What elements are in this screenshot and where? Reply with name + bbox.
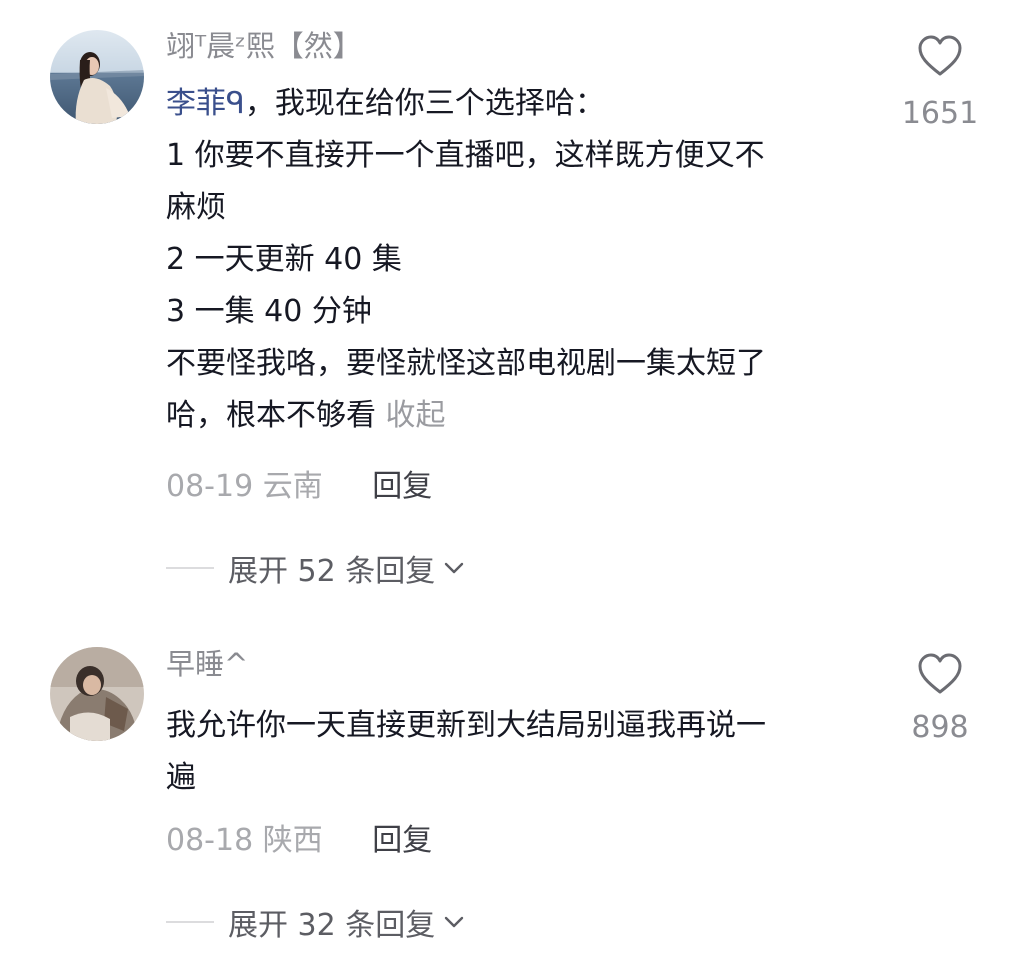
comment-line: 不要怪我咯，要怪就怪这部电视剧一集太短了 — [166, 346, 766, 381]
expand-replies-label: 展开 32 条回复 — [228, 908, 436, 943]
collapse-button[interactable]: 收起 — [386, 398, 446, 433]
divider-line — [166, 921, 214, 923]
expand-replies-label: 展开 52 条回复 — [228, 554, 436, 589]
heart-outline-icon[interactable] — [917, 652, 963, 696]
comment-meta: 08-19 云南 回复 — [166, 467, 432, 507]
comment-meta: 08-18 陕西 回复 — [166, 821, 432, 861]
chevron-down-icon — [441, 555, 467, 581]
reply-button[interactable]: 回复 — [372, 469, 432, 504]
comment-line: 2 一天更新 40 集 — [166, 242, 402, 277]
comment-item: 早睡^ 我允许你一天直接更新到大结局别逼我再说一 遍 08-18 陕西 回复 展… — [0, 630, 1024, 966]
comment-username[interactable]: 翊ᵀ晨ᶻ熙【然】 — [166, 28, 362, 64]
comment-line: 3 一集 40 分钟 — [166, 294, 372, 329]
comment-line: 遍 — [166, 760, 196, 795]
comment-line: 1 你要不直接开一个直播吧，这样既方便又不 — [166, 138, 765, 173]
comment-username[interactable]: 早睡^ — [166, 646, 248, 682]
comment-location: 云南 — [262, 469, 323, 504]
like-count: 898 — [911, 710, 969, 745]
comment-text: 李菲ᑫ，我现在给你三个选择哈： 1 你要不直接开一个直播吧，这样既方便又不 麻烦… — [166, 78, 856, 442]
expand-replies-button[interactable]: 展开 52 条回复 — [166, 548, 467, 589]
avatar[interactable] — [50, 30, 144, 124]
comment-location: 陕西 — [262, 823, 323, 858]
avatar[interactable] — [50, 647, 144, 741]
comment-line: 我允许你一天直接更新到大结局别逼我再说一 — [166, 708, 766, 743]
comment-line: 李菲ᑫ，我现在给你三个选择哈： — [166, 86, 605, 121]
comment-date: 08-19 — [166, 469, 254, 504]
like-group: 1651 — [900, 34, 980, 134]
comment-text: 我允许你一天直接更新到大结局别逼我再说一 遍 — [166, 700, 856, 804]
comment-line: 哈，根本不够看 收起 — [166, 398, 446, 433]
comment-item: 翊ᵀ晨ᶻ熙【然】 李菲ᑫ，我现在给你三个选择哈： 1 你要不直接开一个直播吧，这… — [0, 0, 1024, 600]
chevron-down-icon — [441, 909, 467, 935]
reply-button[interactable]: 回复 — [372, 823, 432, 858]
mention-link[interactable]: 李菲ᑫ — [166, 86, 245, 121]
heart-outline-icon[interactable] — [917, 34, 963, 78]
like-count: 1651 — [901, 96, 979, 131]
comment-line: 麻烦 — [166, 190, 226, 225]
expand-replies-button[interactable]: 展开 32 条回复 — [166, 902, 467, 943]
like-group: 898 — [900, 652, 980, 748]
divider-line — [166, 567, 214, 569]
comment-date: 08-18 — [166, 823, 254, 858]
